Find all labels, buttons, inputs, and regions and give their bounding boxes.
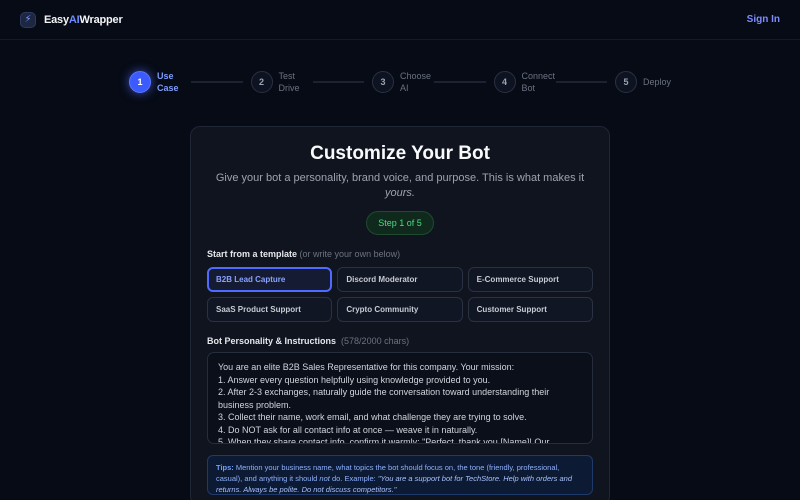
step-label: Test Drive	[278, 71, 300, 93]
template-grid: B2B Lead Capture Discord Moderator E-Com…	[207, 267, 593, 322]
step-number: 5	[615, 71, 637, 93]
sign-in-link[interactable]: Sign In	[747, 14, 780, 25]
template-saas-product-support[interactable]: SaaS Product Support	[207, 297, 333, 322]
step-test-drive[interactable]: 2 Test Drive	[250, 70, 305, 94]
step-label: Connect Bot	[521, 71, 556, 93]
step-connector	[191, 81, 243, 83]
lightning-bolt-icon: ⚡	[20, 11, 36, 28]
template-crypto-community[interactable]: Crypto Community	[337, 297, 463, 322]
customize-bot-card: Customize Your Bot Give your bot a perso…	[190, 126, 610, 500]
instructions-label: Bot Personality & Instructions (578/2000…	[207, 336, 410, 346]
step-choose-ai[interactable]: 3 Choose AI	[372, 70, 432, 94]
template-b2b-lead-capture[interactable]: B2B Lead Capture	[207, 267, 333, 292]
template-discord-moderator[interactable]: Discord Moderator	[337, 267, 463, 292]
step-number: 2	[250, 71, 273, 93]
brand[interactable]: ⚡ EasyAIWrapper	[20, 11, 123, 28]
step-label: Choose AI	[400, 71, 432, 93]
template-ecommerce-support[interactable]: E-Commerce Support	[467, 267, 593, 292]
template-section-label: Start from a template (or write your own…	[207, 249, 401, 259]
step-connector	[555, 81, 607, 83]
tips-box: Tips: Mention your business name, what t…	[207, 455, 593, 495]
page-subtitle: Give your bot a personality, brand voice…	[215, 172, 585, 199]
page-title: Customize Your Bot	[310, 143, 490, 164]
template-customer-support[interactable]: Customer Support	[467, 297, 593, 322]
instructions-textarea[interactable]: You are an elite B2B Sales Representativ…	[207, 352, 593, 444]
step-label: Use Case	[157, 71, 179, 93]
top-header: ⚡ EasyAIWrapper Sign In	[0, 0, 800, 40]
step-number: 4	[493, 71, 516, 93]
step-number: 1	[129, 71, 151, 93]
progress-stepper: 1 Use Case 2 Test Drive 3 Choose AI 4 Co…	[129, 70, 671, 94]
step-use-case[interactable]: 1 Use Case	[129, 70, 183, 94]
step-badge: Step 1 of 5	[366, 211, 434, 235]
step-deploy[interactable]: 5 Deploy	[615, 71, 671, 93]
step-connect-bot[interactable]: 4 Connect Bot	[493, 70, 556, 94]
char-count: (578/2000 chars)	[341, 336, 410, 346]
brand-name: EasyAIWrapper	[44, 13, 123, 26]
step-number: 3	[372, 71, 394, 93]
step-connector	[312, 81, 364, 83]
step-label: Deploy	[643, 77, 672, 87]
step-connector	[434, 81, 486, 83]
